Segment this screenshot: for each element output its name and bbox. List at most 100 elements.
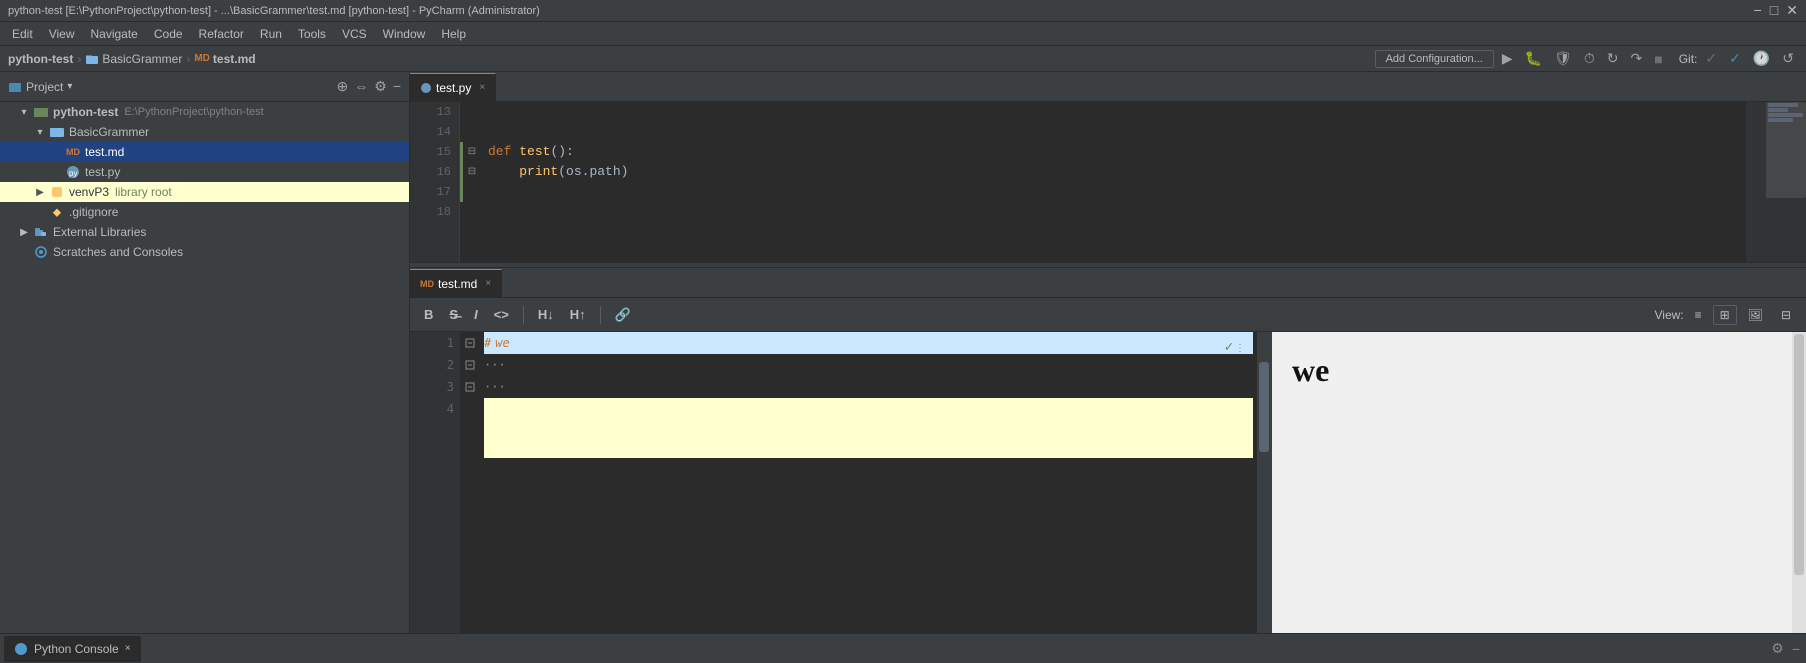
- md-view-preview-button[interactable]: 🖼: [1741, 305, 1770, 325]
- locate-icon[interactable]: ⊕: [337, 78, 349, 95]
- menu-vcs[interactable]: VCS: [334, 25, 375, 43]
- python-console-close[interactable]: ×: [125, 643, 131, 654]
- folder-icon-basicgrammer: [48, 124, 66, 140]
- venv-icon: [48, 184, 66, 200]
- folder-icon-python-test: [32, 104, 50, 120]
- sidebar-item-python-test[interactable]: ▾ python-test E:\PythonProject\python-te…: [0, 102, 409, 122]
- breadcrumb-project[interactable]: python-test: [8, 52, 73, 66]
- sidebar-path-python-test: E:\PythonProject\python-test: [124, 106, 263, 118]
- sidebar-item-test-py[interactable]: ▶ py test.py: [0, 162, 409, 182]
- python-console-tab[interactable]: Python Console ×: [4, 636, 141, 662]
- add-configuration-button[interactable]: Add Configuration...: [1375, 50, 1494, 68]
- git-check-green[interactable]: ✓: [1701, 48, 1721, 69]
- git-label: Git:: [1679, 52, 1698, 66]
- md-source-content[interactable]: # we ✓ ⋮ ··· ···: [480, 332, 1257, 633]
- sidebar-label-basicgrammer: BasicGrammer: [69, 125, 149, 139]
- menu-navigate[interactable]: Navigate: [82, 25, 145, 43]
- close-button[interactable]: ✕: [1786, 2, 1798, 19]
- md-italic-button[interactable]: I: [468, 305, 484, 324]
- menu-tools[interactable]: Tools: [290, 25, 334, 43]
- menu-run[interactable]: Run: [252, 25, 290, 43]
- project-icon: [8, 80, 22, 94]
- md-strikethrough-button[interactable]: S̶: [443, 305, 464, 324]
- code-line-15: def test():: [488, 142, 1738, 162]
- bottom-gear-button[interactable]: ⚙: [1769, 638, 1786, 659]
- md-preview-scrollbar[interactable]: [1792, 332, 1806, 633]
- sidebar-item-scratches[interactable]: ▶ Scratches and Consoles: [0, 242, 409, 262]
- menu-code[interactable]: Code: [146, 25, 191, 43]
- md-fold-line3: [460, 376, 480, 398]
- coverage-button[interactable]: 🛡: [1550, 48, 1576, 69]
- sidebar-header: Project ▾ ⊕ ⇔ ⚙ −: [0, 72, 409, 102]
- title-bar: python-test [E:\PythonProject\python-tes…: [0, 0, 1806, 22]
- gitignore-icon: ⬥: [48, 204, 66, 220]
- md-minus-icon2: [465, 382, 475, 392]
- md-view-split-button[interactable]: ⊞: [1713, 305, 1737, 325]
- fold-print-icon[interactable]: ⊟: [464, 162, 480, 182]
- sidebar-item-external-libraries[interactable]: ▶ External Libraries: [0, 222, 409, 242]
- code-content[interactable]: def test(): print(os.path): [480, 102, 1746, 262]
- tree-arrow-venvp3: ▶: [32, 187, 48, 198]
- menu-help[interactable]: Help: [433, 25, 474, 43]
- python-console-label: Python Console: [34, 642, 119, 656]
- code-line-13: [488, 102, 1738, 122]
- tab-test-md-label: test.md: [438, 277, 477, 291]
- sidebar-item-gitignore[interactable]: ▶ ⬥ .gitignore: [0, 202, 409, 222]
- line-num-13: 13: [418, 102, 451, 122]
- debug-button[interactable]: 🐛: [1521, 48, 1546, 69]
- git-rollback-button[interactable]: ↺: [1778, 48, 1798, 69]
- md-fold-line2: [460, 354, 480, 376]
- tab-test-py-close[interactable]: ×: [479, 82, 485, 93]
- breadcrumb-folder[interactable]: BasicGrammer: [102, 52, 182, 66]
- run-button[interactable]: ▶: [1498, 48, 1517, 69]
- line-num-14: 14: [418, 122, 451, 142]
- tree-arrow-external-libraries: ▶: [16, 227, 32, 238]
- md-view-vertical-button[interactable]: ⊟: [1774, 305, 1798, 325]
- line-num-17: 17: [418, 182, 451, 202]
- md-view-list-button[interactable]: ≡: [1688, 305, 1709, 325]
- menu-refactor[interactable]: Refactor: [191, 25, 252, 43]
- profile-button[interactable]: ⏱: [1580, 48, 1599, 69]
- maximize-button[interactable]: □: [1770, 2, 1778, 19]
- git-history-button[interactable]: 🕐: [1749, 48, 1774, 69]
- md-link-button[interactable]: 🔗: [609, 305, 637, 325]
- bottom-minimize-button[interactable]: −: [1790, 638, 1802, 659]
- sidebar-item-test-md[interactable]: ▶ MD test.md: [0, 142, 409, 162]
- scroll-icon[interactable]: ⇔: [354, 78, 368, 95]
- md-code-button[interactable]: <>: [488, 305, 515, 324]
- python-console-icon: [14, 642, 28, 656]
- md-dots-line2: ···: [484, 354, 506, 376]
- breadcrumb-file[interactable]: test.md: [213, 52, 256, 66]
- md-editor: MD test.md × B S̶ I <> H↓ H↑ 🔗 View: ≡: [410, 268, 1806, 633]
- minimize-sidebar-icon[interactable]: −: [393, 78, 401, 95]
- sidebar-dropdown-icon[interactable]: ▾: [67, 81, 72, 92]
- md-h-up-button[interactable]: H↑: [564, 305, 592, 324]
- md-source-scrollbar[interactable]: [1257, 332, 1271, 633]
- menu-window[interactable]: Window: [375, 25, 434, 43]
- breadcrumb-bar: python-test › BasicGrammer › MD test.md …: [0, 46, 1806, 72]
- md-toolbar-sep2: [600, 306, 601, 324]
- sidebar-item-venvp3[interactable]: ▶ venvP3 library root: [0, 182, 409, 202]
- stop-button[interactable]: ■: [1650, 49, 1666, 69]
- md-line-num-1: 1: [416, 332, 454, 354]
- md-h-down-button[interactable]: H↓: [532, 305, 560, 324]
- tab-test-md[interactable]: MD test.md ×: [410, 269, 502, 297]
- menu-edit[interactable]: Edit: [4, 25, 41, 43]
- md-view-label: View:: [1654, 308, 1683, 322]
- md-bold-button[interactable]: B: [418, 305, 439, 324]
- sidebar-item-basicgrammer[interactable]: ▾ BasicGrammer: [0, 122, 409, 142]
- toolbar-right: Add Configuration... ▶ 🐛 🛡 ⏱ ↻ ↷ ■ Git: …: [1375, 48, 1798, 69]
- tab-test-md-close[interactable]: ×: [485, 278, 491, 289]
- minimize-button[interactable]: −: [1754, 2, 1762, 19]
- reload-button[interactable]: ↻: [1603, 48, 1623, 69]
- tab-test-py[interactable]: test.py ×: [410, 73, 496, 101]
- svg-text:py: py: [69, 169, 77, 178]
- md-source-line-4[interactable]: [484, 398, 1253, 458]
- git-check-blue[interactable]: ✓: [1725, 48, 1745, 69]
- title-text: python-test [E:\PythonProject\python-tes…: [8, 5, 540, 17]
- fold-def-icon[interactable]: ⊟: [464, 142, 480, 162]
- menu-view[interactable]: View: [41, 25, 83, 43]
- md-preview-heading: we: [1292, 352, 1772, 389]
- step-over-button[interactable]: ↷: [1626, 48, 1646, 69]
- settings-icon[interactable]: ⚙: [374, 78, 387, 95]
